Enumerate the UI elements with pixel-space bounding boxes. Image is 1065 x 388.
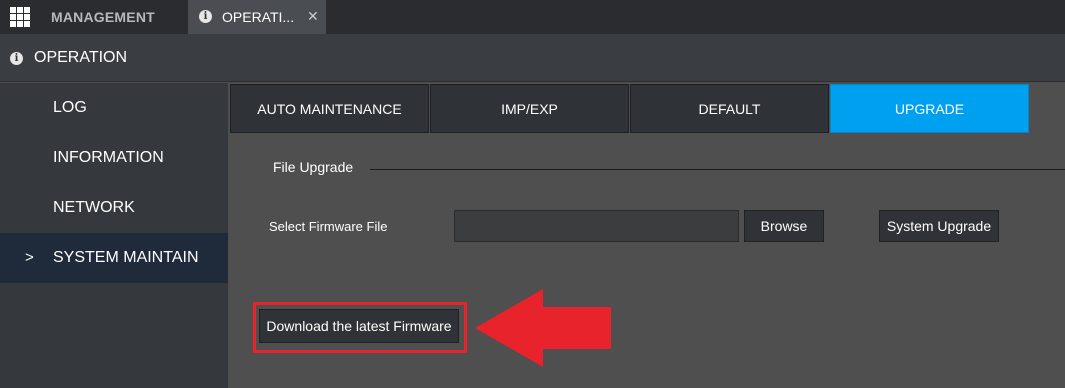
sidebar-item-label: LOG [53,99,87,116]
info-icon: i [10,52,23,65]
sidebar-item-label: INFORMATION [53,149,164,166]
firmware-file-input[interactable] [454,210,739,242]
file-upgrade-heading: File Upgrade [273,159,354,175]
page-title: OPERATION [34,49,128,66]
sidebar-item-network[interactable]: NETWORK [0,183,228,233]
main-content: AUTO MAINTENANCE IMP/EXP DEFAULT UPGRADE… [229,83,1065,388]
tab-operation[interactable]: i OPERATI... ✕ [188,0,326,34]
tab-default[interactable]: DEFAULT [630,84,829,133]
top-tab-bar: MANAGEMENT i OPERATI... ✕ [0,0,1065,34]
sidebar-item-log[interactable]: LOG [0,83,228,133]
section-divider [370,169,1065,170]
red-arrow-annotation [475,289,611,367]
sidebar-item-system-maintain[interactable]: > SYSTEM MAINTAIN [0,233,228,283]
browse-button[interactable]: Browse [744,210,824,242]
sidebar-item-label: NETWORK [53,199,135,216]
download-firmware-button[interactable]: Download the latest Firmware [259,309,459,343]
sidebar-item-label: SYSTEM MAINTAIN [53,249,199,266]
close-icon[interactable]: ✕ [307,0,319,32]
tab-management[interactable]: MANAGEMENT [51,0,155,34]
tab-imp-exp[interactable]: IMP/EXP [430,84,629,133]
apps-grid-icon[interactable] [10,7,30,27]
system-upgrade-button[interactable]: System Upgrade [879,210,999,242]
tab-operation-label: OPERATI... [222,9,295,25]
tab-auto-maintenance[interactable]: AUTO MAINTENANCE [230,84,429,133]
sidebar-item-information[interactable]: INFORMATION [0,133,228,183]
tab-upgrade[interactable]: UPGRADE [830,84,1029,133]
sidebar: LOG INFORMATION NETWORK > SYSTEM MAINTAI… [0,83,228,388]
select-firmware-label: Select Firmware File [269,219,388,234]
info-icon: i [199,10,212,23]
chevron-right-icon: > [25,249,34,266]
page-header: i OPERATION [0,34,1065,82]
